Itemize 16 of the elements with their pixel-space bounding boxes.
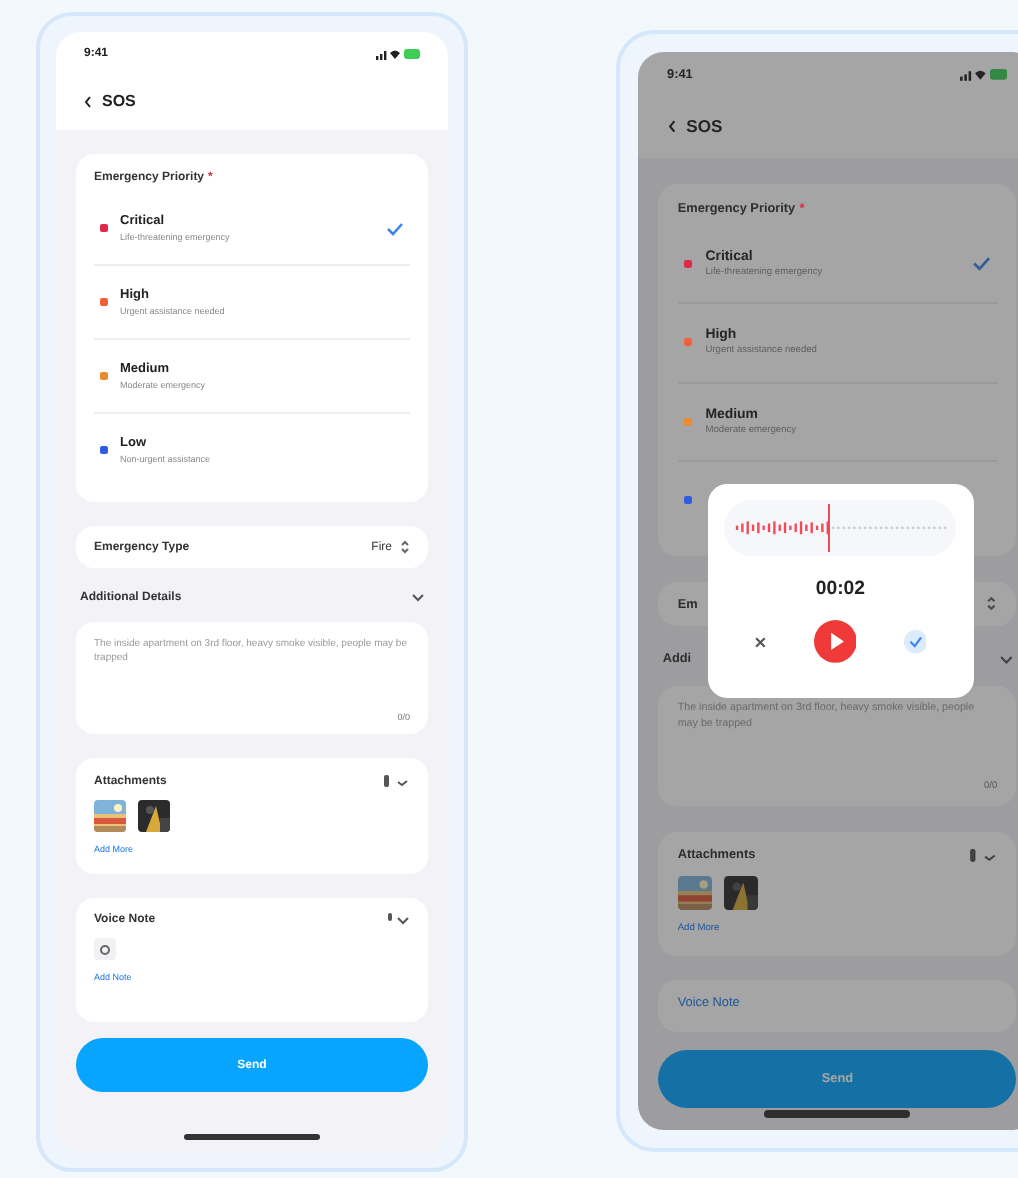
- play-button[interactable]: [813, 620, 857, 664]
- screen-title: SOS: [686, 116, 723, 137]
- status-icons: [376, 48, 420, 60]
- status-icons: [960, 68, 1008, 82]
- chevron-icon: [999, 655, 1013, 664]
- chevron-icon: [412, 594, 424, 602]
- dropdown-icon[interactable]: [986, 596, 998, 612]
- back-icon[interactable]: [84, 95, 92, 107]
- home-indicator: [184, 1134, 320, 1140]
- screen-title: SOS: [102, 92, 136, 110]
- confirm-button[interactable]: [903, 630, 927, 654]
- recording-time: 00:02: [815, 577, 865, 600]
- back-icon[interactable]: [667, 119, 676, 133]
- audio-clip[interactable]: [94, 938, 116, 960]
- close-button[interactable]: [753, 635, 767, 649]
- dropdown-icon[interactable]: [400, 540, 410, 554]
